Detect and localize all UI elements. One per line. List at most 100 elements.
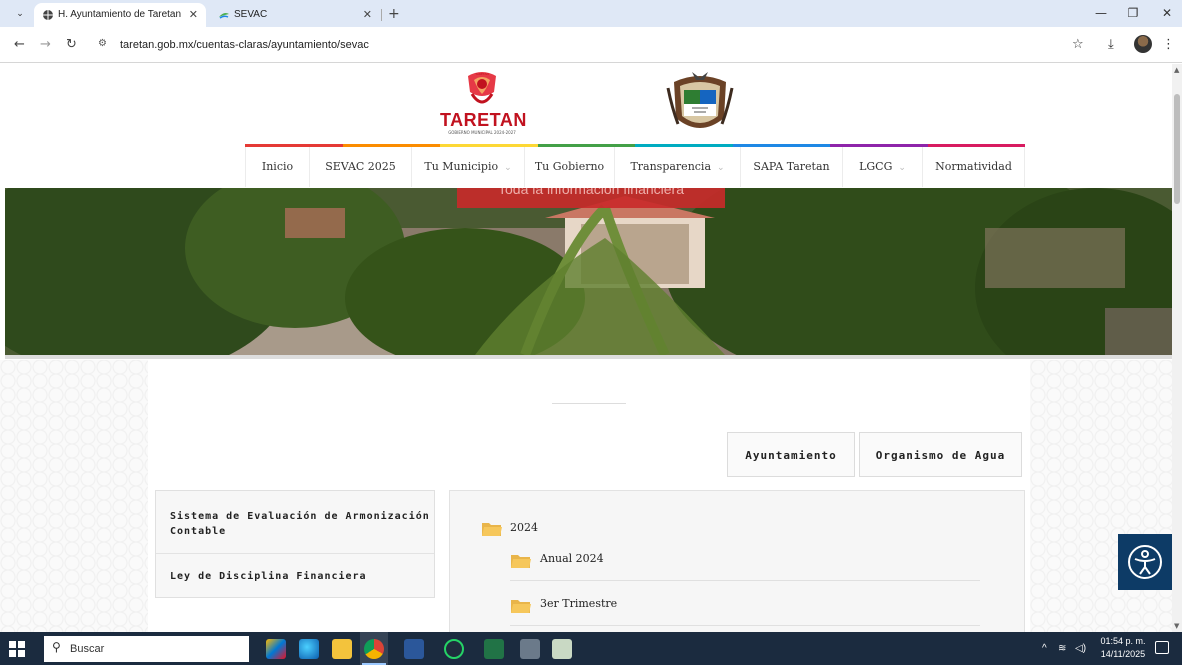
logo-subtitle: GOBIERNO MUNICIPAL 2024-2027	[448, 130, 516, 135]
folder-icon	[511, 600, 531, 613]
nav-normatividad[interactable]: Normatividad	[922, 147, 1025, 187]
page-scrollbar[interactable]: ▲ ▼	[1172, 64, 1182, 632]
close-tab-icon[interactable]: ✕	[363, 3, 372, 27]
tab-organismo-agua-button[interactable]: Organismo de Agua	[859, 432, 1022, 477]
browser-tab-bar: ⌄ H. Ayuntamiento de Taretan ✕ SEVAC ✕ +…	[0, 0, 1182, 27]
nav-sapa-taretan[interactable]: SAPA Taretan	[740, 147, 842, 187]
bookmark-star-icon[interactable]: ☆	[1072, 36, 1084, 54]
web-page: TARETAN TARETAN GOBIERNO MUNICIPAL 2024-…	[0, 64, 1172, 632]
nav-label: Inicio	[261, 160, 294, 173]
bg-pattern-right	[1030, 360, 1172, 632]
tab-title: SEVAC	[234, 9, 268, 20]
section-divider	[552, 403, 626, 404]
nav-tu-municipio[interactable]: Tu Municipio ⌄	[411, 147, 524, 187]
folder-anual-2024[interactable]: Anual 2024	[540, 552, 604, 565]
more-menu-icon[interactable]: ⋮	[1162, 36, 1175, 54]
clock-time: 01:54 p. m.	[1100, 636, 1146, 646]
search-placeholder: Buscar	[70, 643, 105, 655]
plaza-photo	[5, 188, 1172, 355]
tab-sevac[interactable]: SEVAC ✕	[210, 3, 380, 27]
chrome-icon[interactable]	[364, 639, 384, 659]
restore-icon[interactable]: ❐	[1118, 0, 1148, 27]
hero-banner-text: Toda la información financiera	[498, 188, 684, 197]
sidebar-menu: Sistema de Evaluación de Armonización Co…	[155, 490, 435, 598]
chevron-up-icon[interactable]: ^	[1042, 632, 1047, 665]
coat-of-arms-icon	[666, 72, 734, 128]
close-tab-icon[interactable]: ✕	[189, 3, 198, 27]
sidebar-separator	[156, 553, 434, 554]
windows-start-icon[interactable]	[8, 640, 26, 658]
back-icon[interactable]: ←	[14, 37, 25, 53]
excel-icon[interactable]	[484, 639, 504, 659]
scrollbar-thumb[interactable]	[1174, 94, 1180, 204]
nav-label: Normatividad	[935, 160, 1012, 173]
download-icon[interactable]: ⤓	[1108, 36, 1114, 54]
profile-avatar[interactable]	[1134, 35, 1152, 53]
nav-label: LGCG	[859, 160, 893, 173]
logo-wordmark: TARETAN	[440, 110, 527, 130]
tab-search-icon[interactable]: ⌄	[12, 6, 28, 22]
sevac-favicon-icon	[219, 13, 229, 19]
taskbar-clock[interactable]: 01:54 p. m. 14/11/2025	[1094, 635, 1152, 661]
address-bar[interactable]: ⚙ taretan.gob.mx/cuentas-claras/ayuntami…	[92, 33, 1064, 57]
reload-icon[interactable]: ↻	[66, 37, 77, 53]
chevron-down-icon: ⌄	[504, 163, 512, 173]
sidebar-item-ldf[interactable]: Ley de Disciplina Financiera	[170, 569, 367, 584]
nav-transparencia[interactable]: Transparencia ⌄	[614, 147, 740, 187]
site-info-icon[interactable]: ⚙	[98, 38, 107, 49]
folder-2024[interactable]: 2024	[510, 521, 538, 534]
taretan-logo[interactable]: TARETAN TARETAN GOBIERNO MUNICIPAL 2024-…	[440, 70, 527, 135]
nav-inicio[interactable]: Inicio	[245, 147, 309, 187]
chevron-down-icon: ⌄	[898, 163, 906, 173]
tab-label: Ayuntamiento	[745, 449, 837, 462]
tab-ayuntamiento-button[interactable]: Ayuntamiento	[727, 432, 855, 477]
taskbar-search[interactable]: ⚲ Buscar	[44, 636, 249, 662]
accessibility-button[interactable]	[1118, 534, 1172, 590]
word-icon[interactable]	[404, 639, 424, 659]
nav-label: Transparencia	[630, 160, 712, 173]
edge-icon[interactable]	[299, 639, 319, 659]
search-icon: ⚲	[52, 640, 61, 654]
svg-text:TARETAN: TARETAN	[474, 72, 489, 76]
new-tab-button[interactable]: +	[388, 3, 400, 25]
tab-title: H. Ayuntamiento de Taretan	[58, 9, 182, 20]
scroll-down-icon[interactable]: ▼	[1174, 622, 1179, 630]
folder-3er-trimestre[interactable]: 3er Trimestre	[540, 597, 617, 610]
forward-icon[interactable]: →	[40, 37, 51, 53]
tab-label: Organismo de Agua	[875, 449, 1006, 462]
tab-ayuntamiento[interactable]: H. Ayuntamiento de Taretan ✕	[34, 3, 206, 27]
nav-lgcg[interactable]: LGCG ⌄	[842, 147, 922, 187]
nav-label: Tu Gobierno	[534, 160, 605, 173]
site-header: TARETAN TARETAN GOBIERNO MUNICIPAL 2024-…	[0, 64, 1172, 189]
tab-separator	[381, 9, 382, 21]
folder-icon	[511, 555, 531, 568]
nav-sevac-2025[interactable]: SEVAC 2025	[309, 147, 411, 187]
volume-icon[interactable]: ◁)	[1075, 632, 1086, 665]
nav-label: SEVAC 2025	[325, 160, 396, 173]
image-viewer-icon[interactable]	[552, 639, 572, 659]
bg-pattern-left	[0, 360, 148, 632]
folder-separator	[510, 625, 980, 626]
copilot-icon[interactable]	[266, 639, 286, 659]
minimize-icon[interactable]: —	[1086, 0, 1116, 27]
chevron-down-icon: ⌄	[717, 163, 725, 173]
folder-separator	[510, 580, 980, 581]
notifications-icon[interactable]	[1155, 641, 1169, 654]
close-window-icon[interactable]: ✕	[1152, 0, 1182, 27]
wifi-icon[interactable]: ≋	[1058, 632, 1066, 665]
folder-tree-panel: 2024 Anual 2024 3er Trimestre	[449, 490, 1025, 632]
whatsapp-icon[interactable]	[444, 639, 464, 659]
url-text[interactable]: taretan.gob.mx/cuentas-claras/ayuntamien…	[120, 33, 369, 57]
nav-tu-gobierno[interactable]: Tu Gobierno	[524, 147, 614, 187]
nav-label: SAPA Taretan	[753, 160, 830, 173]
file-explorer-icon[interactable]	[332, 639, 352, 659]
hero-image: Toda la información financiera	[5, 188, 1172, 355]
calculator-icon[interactable]	[520, 639, 540, 659]
globe-icon	[43, 10, 53, 20]
scroll-up-icon[interactable]: ▲	[1174, 66, 1179, 74]
folder-icon	[482, 523, 502, 536]
sidebar-item-sevac[interactable]: Sistema de Evaluación de Armonización Co…	[170, 509, 430, 539]
hero-banner: Toda la información financiera	[457, 188, 725, 208]
nav-label: Tu Municipio	[424, 160, 499, 173]
clock-date: 14/11/2025	[1100, 649, 1146, 659]
